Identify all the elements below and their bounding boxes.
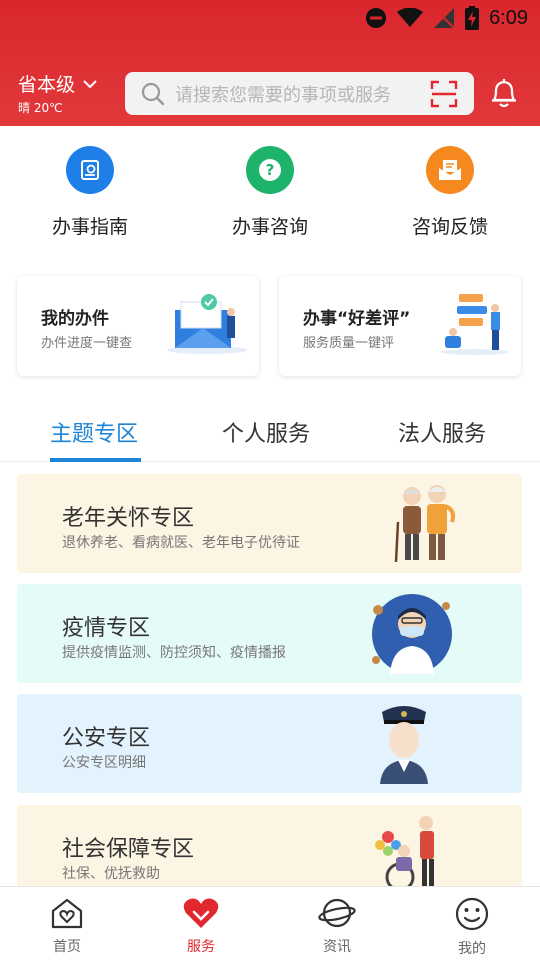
search-bar[interactable]: 请搜索您需要的事项或服务 (125, 72, 474, 115)
zone-elderly-care[interactable]: 老年关怀专区 退休养老、看病就医、老年电子优待证 (17, 474, 522, 573)
feature-cards: 我的办件 办件进度一键查 办事“好差评” 服务质量一键评 (17, 276, 523, 376)
search-placeholder: 请搜索您需要的事项或服务 (175, 84, 391, 106)
theme-zone-list: 老年关怀专区 退休养老、看病就医、老年电子优待证 疫情专区 提供疫情监测、防控须… (17, 474, 522, 886)
tabbar-services[interactable]: 服务 (151, 897, 251, 956)
elderly-couple-icon (394, 485, 456, 563)
tabbar-label: 我的 (458, 941, 486, 957)
zone-title: 公安专区 (62, 726, 151, 751)
region-name: 省本级 (18, 74, 76, 96)
zone-subtitle: 退休养老、看病就医、老年电子优待证 (62, 535, 300, 551)
zone-public-security[interactable]: 公安专区 公安专区明细 (17, 694, 522, 793)
zone-social-security[interactable]: 社会保障专区 社保、优抚救助 (17, 805, 522, 886)
search-icon (141, 82, 165, 105)
scan-icon[interactable] (430, 80, 458, 108)
quick-action-label: 办事指南 (51, 216, 128, 238)
region-selector[interactable]: 省本级 晴 20℃ (18, 70, 97, 116)
chevron-down-icon (83, 79, 97, 88)
doctor-mask-icon (372, 594, 452, 674)
guide-book-icon (66, 146, 114, 194)
battery-charging-icon (465, 6, 480, 30)
tab-personal-services[interactable]: 个人服务 (222, 416, 310, 448)
card-subtitle: 服务质量一键评 (303, 336, 395, 351)
card-title: 办事“好差评” (303, 309, 411, 329)
heart-icon (183, 898, 219, 928)
status-time: 6:09 (489, 6, 528, 29)
zone-epidemic[interactable]: 疫情专区 提供疫情监测、防控须知、疫情播报 (17, 584, 522, 683)
app-header: 6:09 省本级 晴 20℃ 请搜索您需要的事项或服务 (0, 0, 540, 126)
zone-title: 疫情专区 (62, 616, 151, 641)
police-officer-icon (380, 706, 428, 784)
tabbar-news[interactable]: 资讯 (287, 897, 387, 956)
tabbar-label: 资讯 (323, 939, 351, 955)
envelope-illustration-icon (167, 294, 247, 354)
status-bar: 6:09 (0, 0, 540, 36)
zone-subtitle: 公安专区明细 (62, 755, 146, 771)
do-not-disturb-icon (366, 8, 387, 28)
tabbar-label: 首页 (53, 939, 81, 955)
tabbar-home[interactable]: 首页 (17, 897, 117, 956)
wheelchair-care-icon (375, 816, 434, 886)
svg-text:?: ? (266, 161, 275, 179)
active-tab-indicator (50, 458, 141, 462)
tabbar-label: 服务 (187, 939, 215, 955)
smiley-icon (455, 897, 489, 931)
tabbar-mine[interactable]: 我的 (422, 897, 522, 958)
card-title: 我的办件 (41, 309, 109, 329)
rating-illustration-icon (441, 294, 509, 355)
wifi-icon (397, 8, 424, 27)
quick-action-feedback[interactable]: 咨询反馈 (380, 146, 520, 239)
quick-actions: 办事指南 ? 办事咨询 咨询反馈 (0, 146, 540, 246)
tab-corporate-services[interactable]: 法人服务 (398, 416, 486, 448)
service-rating-card[interactable]: 办事“好差评” 服务质量一键评 (279, 276, 521, 376)
section-tabs: 主题专区 个人服务 法人服务 (0, 400, 540, 462)
bottom-tab-bar: 首页 服务 资讯 我的 (0, 886, 540, 960)
card-subtitle: 办件进度一键查 (41, 336, 133, 351)
question-icon: ? (246, 146, 294, 194)
tab-theme-zone[interactable]: 主题专区 (50, 416, 138, 448)
no-signal-icon (434, 8, 455, 29)
quick-action-consult[interactable]: ? 办事咨询 (200, 146, 340, 239)
feedback-mail-icon (426, 146, 474, 194)
my-cases-card[interactable]: 我的办件 办件进度一键查 (17, 276, 259, 376)
zone-title: 社会保障专区 (62, 837, 195, 862)
zone-subtitle: 提供疫情监测、防控须知、疫情播报 (62, 645, 286, 661)
planet-icon (318, 898, 356, 928)
bell-icon[interactable] (490, 78, 518, 108)
zone-title: 老年关怀专区 (62, 506, 195, 531)
home-heart-icon (51, 898, 83, 929)
quick-action-label: 办事咨询 (231, 216, 308, 238)
quick-action-guide[interactable]: 办事指南 (20, 146, 160, 239)
quick-action-label: 咨询反馈 (411, 216, 488, 238)
zone-subtitle: 社保、优抚救助 (62, 866, 160, 882)
weather-text: 晴 20℃ (18, 101, 63, 115)
